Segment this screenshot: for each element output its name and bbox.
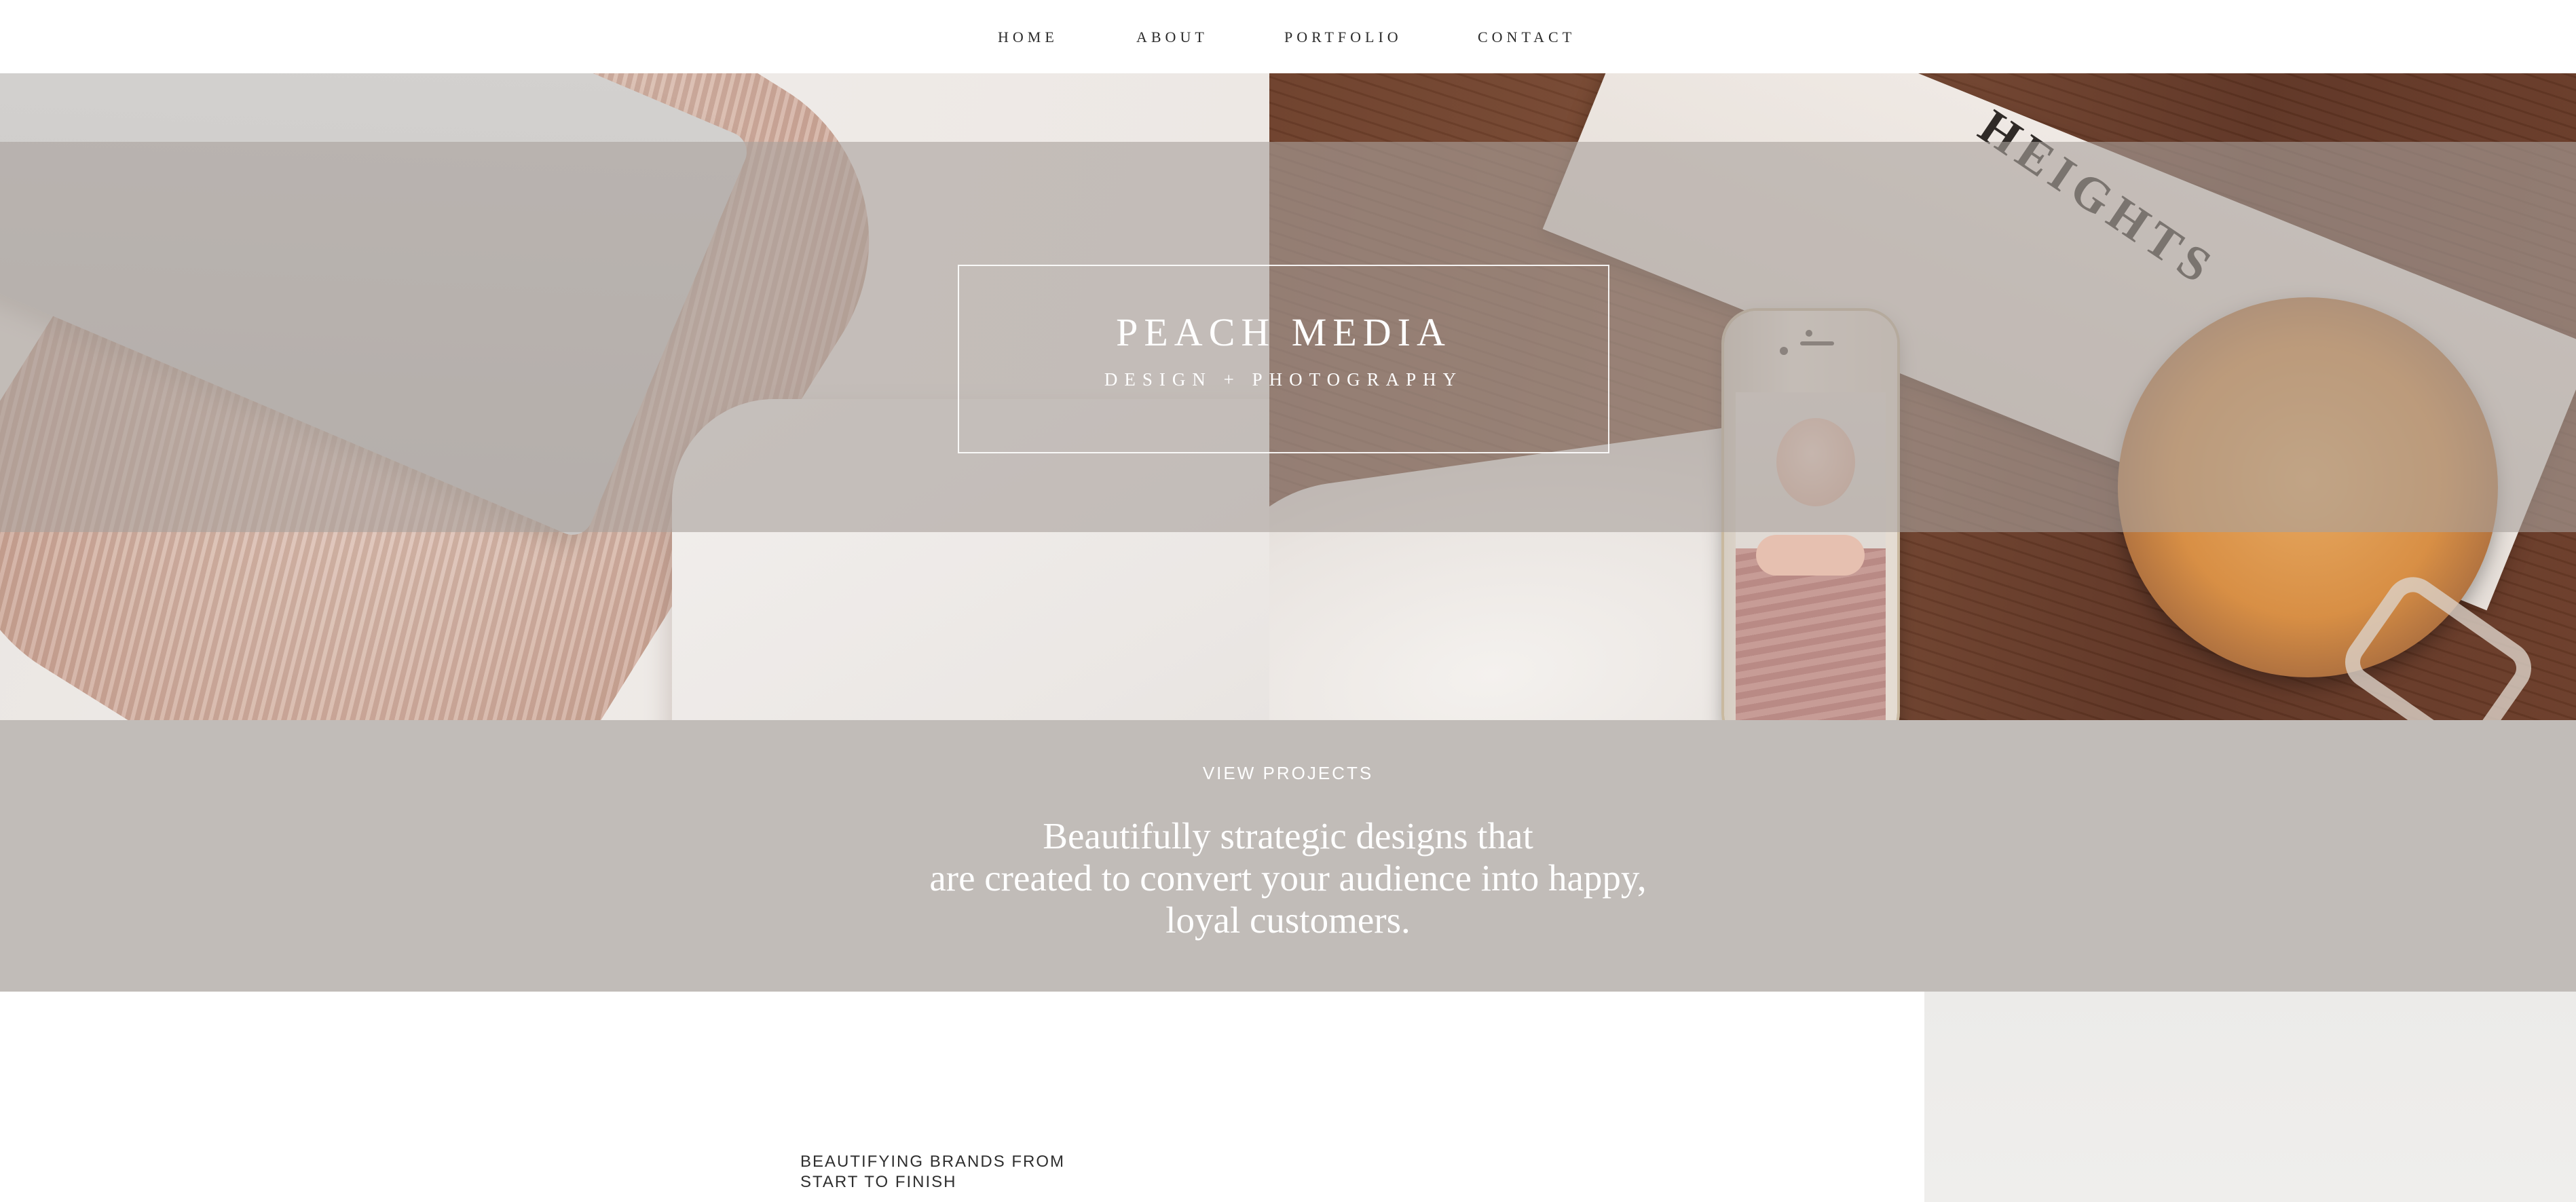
- nav-about-link[interactable]: ABOUT: [1136, 29, 1208, 46]
- intro-image-placeholder: [1924, 992, 2576, 1202]
- intro-heading-line-2: START TO FINISH: [800, 1173, 957, 1191]
- tagline-line-3: loyal customers.: [1165, 899, 1411, 941]
- intro-heading: BEAUTIFYING BRANDS FROM START TO FINISH: [800, 1152, 1140, 1192]
- baby-hands: [1756, 535, 1865, 576]
- nav-home-link[interactable]: HOME: [998, 29, 1058, 46]
- intro-section: BEAUTIFYING BRANDS FROM START TO FINISH: [0, 992, 2576, 1202]
- hero-section: HEIGHTS PEACH MEDIA DESIGN + PHOTOGRAPHY: [0, 73, 2576, 720]
- view-projects-link[interactable]: VIEW PROJECTS: [1203, 763, 1373, 783]
- nav-contact-link[interactable]: CONTACT: [1478, 29, 1575, 46]
- tagline-line-1: Beautifully strategic designs that: [1043, 815, 1533, 857]
- intro-heading-line-1: BEAUTIFYING BRANDS FROM: [800, 1152, 1066, 1171]
- site-subtitle: DESIGN + PHOTOGRAPHY: [1104, 369, 1463, 390]
- tagline-line-2: are created to convert your audience int…: [929, 857, 1647, 899]
- nav-portfolio-link[interactable]: PORTFOLIO: [1284, 29, 1402, 46]
- tagline-section: VIEW PROJECTS Beautifully strategic desi…: [0, 720, 2576, 992]
- site-title: PEACH MEDIA: [1116, 310, 1451, 354]
- top-navigation: HOME ABOUT PORTFOLIO CONTACT: [0, 0, 2576, 73]
- tagline-text: Beautifully strategic designs that are c…: [0, 815, 2576, 941]
- view-projects-container: VIEW PROJECTS: [0, 763, 2576, 784]
- hero-title-frame: PEACH MEDIA DESIGN + PHOTOGRAPHY: [958, 265, 1609, 453]
